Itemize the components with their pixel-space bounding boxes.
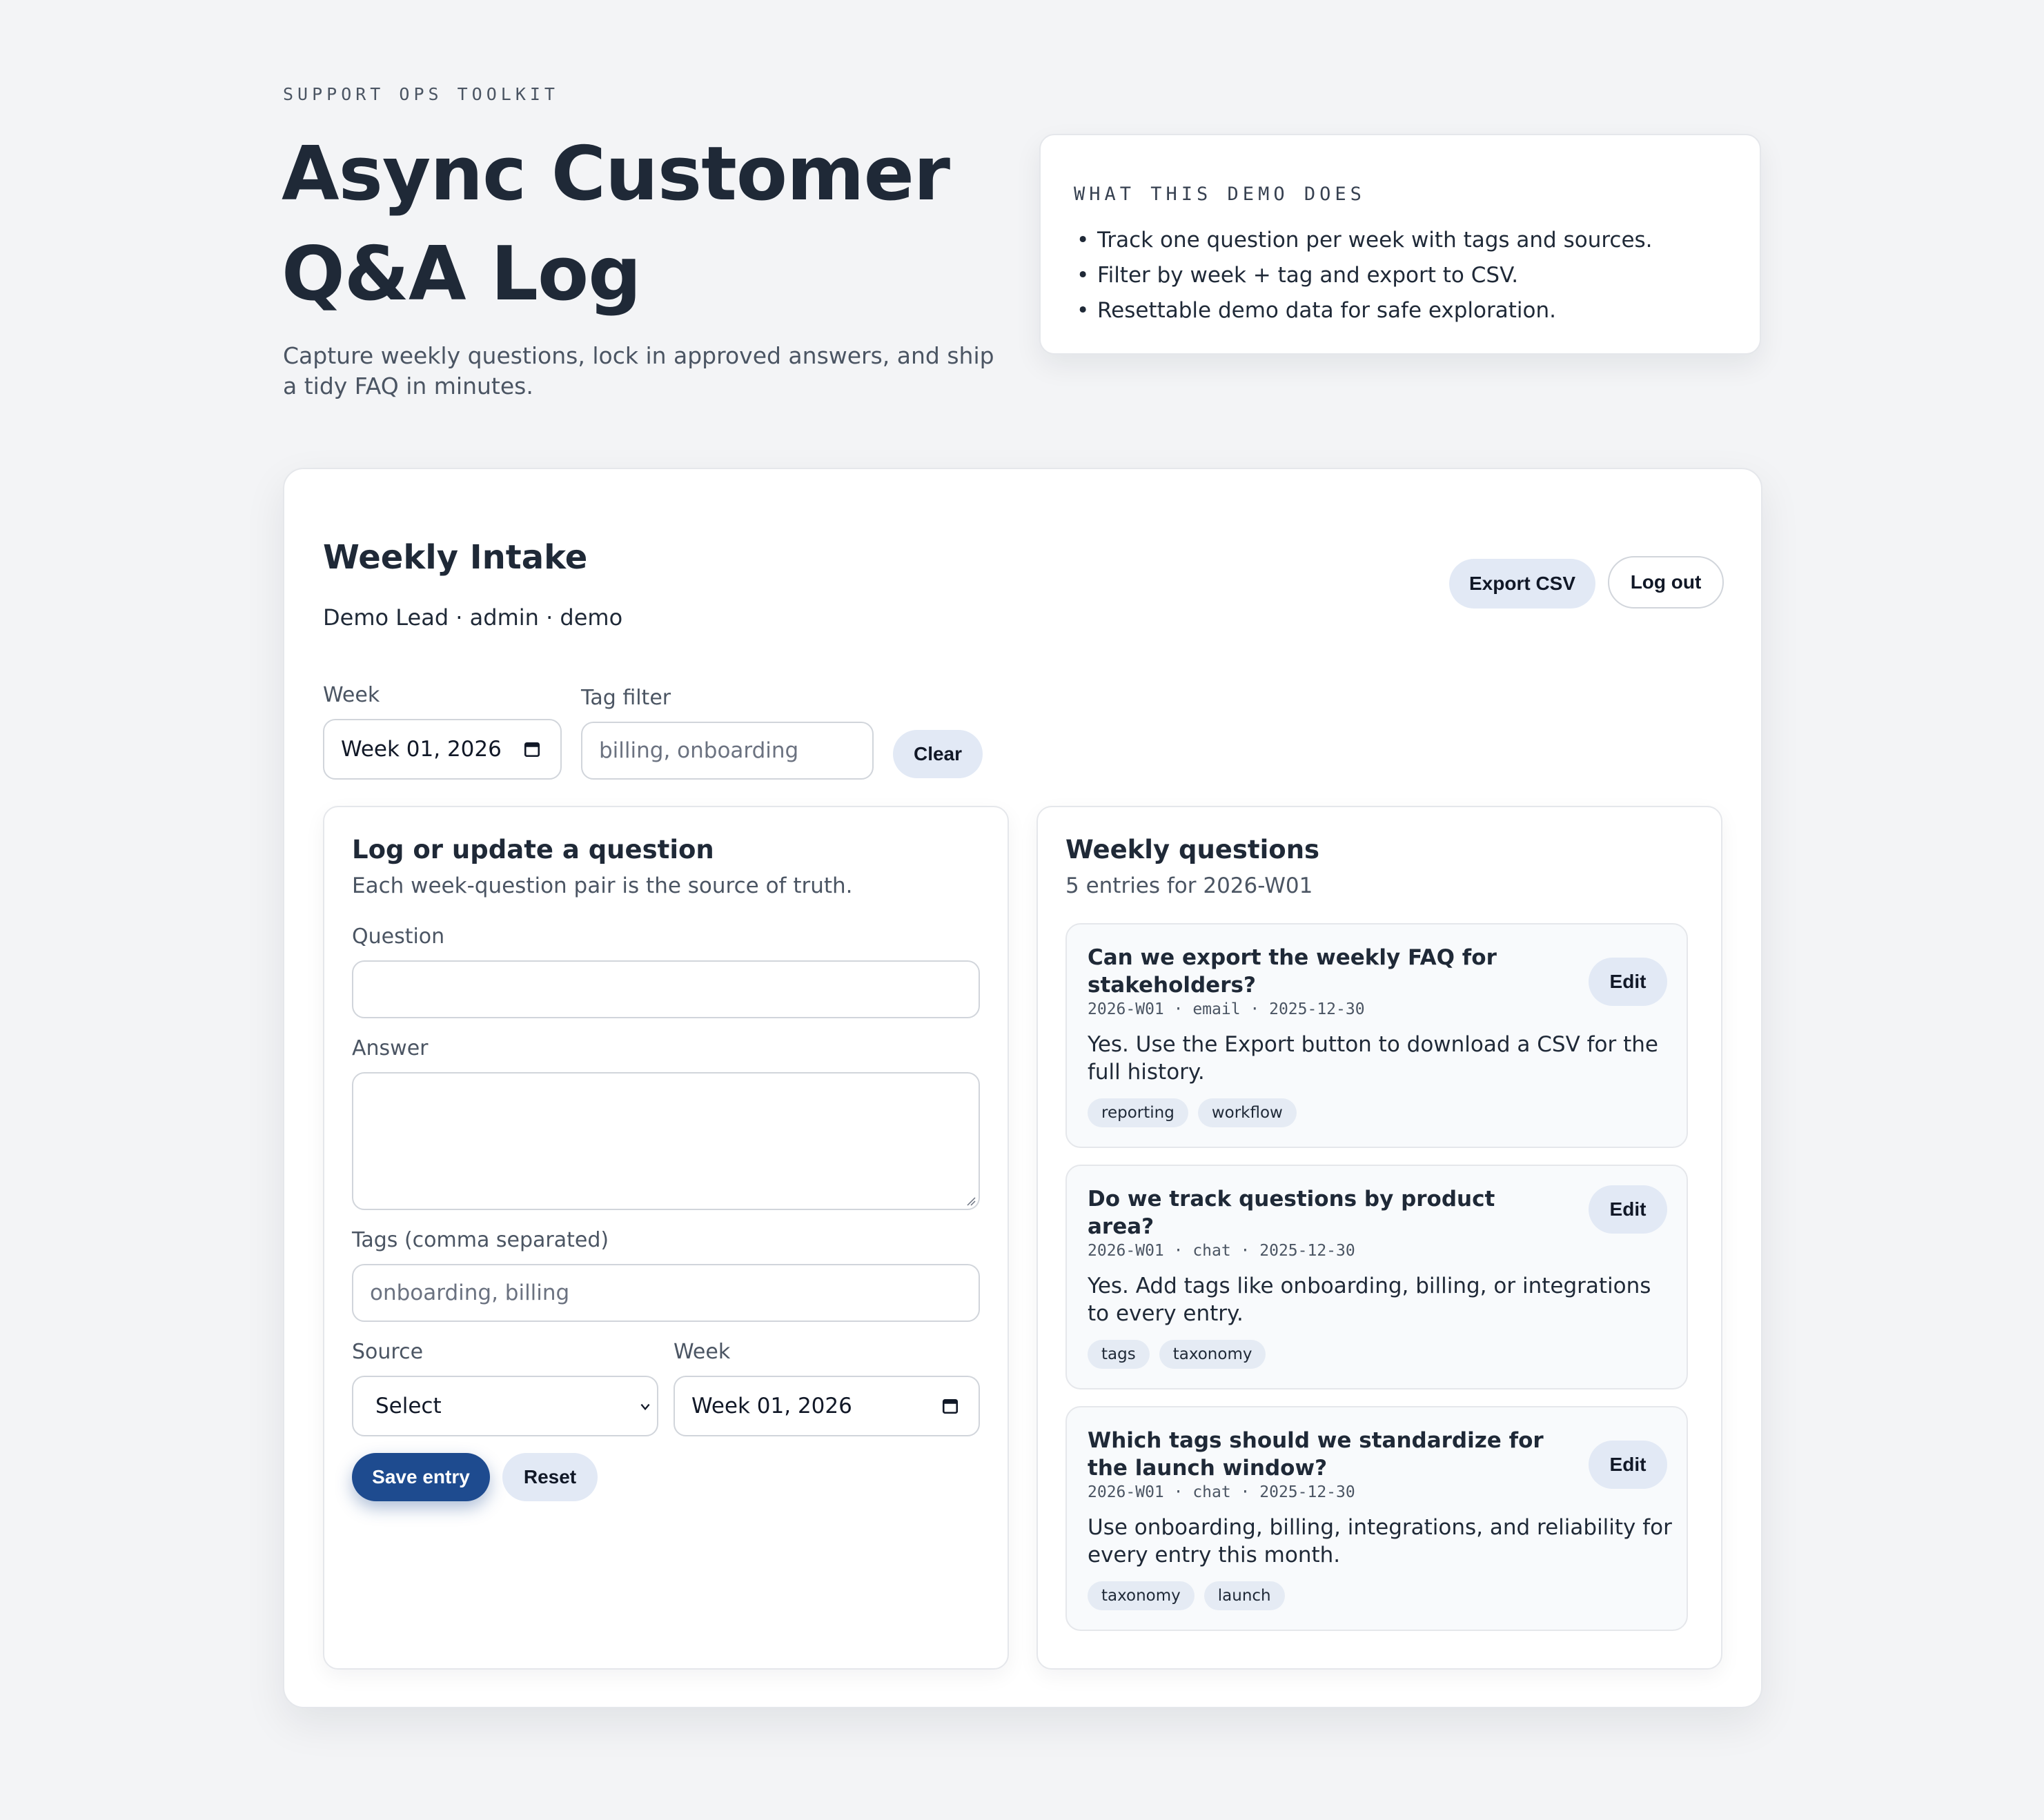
tag-filter-input[interactable]: billing, onboarding — [581, 722, 874, 780]
user-line: Demo Lead · admin · demo — [323, 604, 623, 631]
page-title: Async Customer Q&A Log — [282, 131, 950, 317]
export-csv-button[interactable]: Export CSV — [1449, 559, 1595, 609]
form-week-value: Week 01, 2026 — [691, 1394, 852, 1418]
question-meta: 2026-W01 · email · 2025-12-30 — [1088, 1000, 1365, 1018]
info-card-heading: WHAT THIS DEMO DOES — [1074, 184, 1366, 205]
weekly-questions-card: Weekly questions 5 entries for 2026-W01 … — [1036, 806, 1722, 1670]
question-answer: Yes. Use the Export button to download a… — [1088, 1032, 1658, 1085]
tags-input[interactable]: onboarding, billing — [352, 1264, 980, 1322]
question-card: Which tags should we standardize for the… — [1065, 1406, 1688, 1631]
form-week-input[interactable]: Week 01, 2026 — [674, 1376, 980, 1436]
tag-list: taxonomy launch — [1088, 1581, 1666, 1610]
question-meta: 2026-W01 · chat · 2025-12-30 — [1088, 1242, 1355, 1260]
tag-list: tags taxonomy — [1088, 1340, 1666, 1369]
tag-chip: taxonomy — [1159, 1340, 1266, 1369]
edit-button[interactable]: Edit — [1589, 958, 1667, 1006]
tag-chip: workflow — [1197, 1098, 1297, 1127]
tag-chip: taxonomy — [1088, 1581, 1195, 1610]
tags-label: Tags (comma separated) — [352, 1228, 609, 1252]
edit-button[interactable]: Edit — [1589, 1185, 1667, 1234]
question-title: Do we track questions by product area? — [1088, 1187, 1495, 1239]
form-title: Log or update a question — [352, 835, 714, 864]
weekly-title: Weekly questions — [1065, 835, 1320, 864]
tag-chip: tags — [1088, 1340, 1150, 1369]
resize-handle-icon[interactable] — [965, 1195, 976, 1206]
question-meta: 2026-W01 · chat · 2025-12-30 — [1088, 1483, 1355, 1501]
chevron-down-icon — [640, 1403, 650, 1411]
question-answer: Yes. Add tags like onboarding, billing, … — [1088, 1274, 1651, 1326]
question-answer: Use onboarding, billing, integrations, a… — [1088, 1515, 1672, 1567]
answer-label: Answer — [352, 1036, 429, 1060]
logout-button[interactable]: Log out — [1608, 556, 1724, 609]
page-subtitle: Capture weekly questions, lock in approv… — [283, 342, 994, 399]
source-select[interactable]: Select — [352, 1376, 658, 1436]
intake-panel: Weekly Intake Demo Lead · admin · demo E… — [283, 468, 1762, 1708]
weekly-summary: 5 entries for 2026-W01 — [1065, 873, 1313, 898]
info-list: Track one question per week with tags an… — [1074, 223, 1727, 328]
info-item: Track one question per week with tags an… — [1074, 223, 1727, 258]
info-item: Resettable demo data for safe exploratio… — [1074, 293, 1727, 328]
source-value: Select — [375, 1394, 442, 1418]
save-entry-button[interactable]: Save entry — [352, 1453, 490, 1501]
answer-textarea[interactable] — [352, 1072, 980, 1210]
calendar-icon[interactable] — [523, 740, 541, 758]
form-week-label: Week — [674, 1340, 731, 1364]
clear-filter-button[interactable]: Clear — [893, 730, 983, 778]
entry-form-card: Log or update a question Each week-quest… — [323, 806, 1009, 1670]
eyebrow: SUPPORT OPS TOOLKIT — [283, 84, 559, 104]
question-title: Can we export the weekly FAQ for stakeho… — [1088, 945, 1497, 998]
question-list[interactable]: Can we export the weekly FAQ for stakeho… — [1065, 923, 1688, 1641]
question-input[interactable] — [352, 960, 980, 1018]
tags-placeholder: onboarding, billing — [370, 1280, 570, 1305]
source-label: Source — [352, 1340, 424, 1364]
tag-filter-label: Tag filter — [581, 686, 671, 710]
question-card: Can we export the weekly FAQ for stakeho… — [1065, 923, 1688, 1148]
tag-chip: reporting — [1088, 1098, 1188, 1127]
week-filter-input[interactable]: Week 01, 2026 — [323, 719, 562, 780]
intake-title: Weekly Intake — [323, 538, 588, 577]
week-filter-label: Week — [323, 683, 380, 707]
tag-filter-placeholder: billing, onboarding — [599, 738, 799, 763]
question-label: Question — [352, 924, 445, 949]
info-card: WHAT THIS DEMO DOES Track one question p… — [1039, 134, 1761, 355]
question-title: Which tags should we standardize for the… — [1088, 1428, 1544, 1481]
week-filter-value: Week 01, 2026 — [341, 737, 502, 762]
tag-chip: launch — [1203, 1581, 1285, 1610]
tag-list: reporting workflow — [1088, 1098, 1666, 1127]
reset-button[interactable]: Reset — [502, 1453, 598, 1501]
form-subtitle: Each week-question pair is the source of… — [352, 873, 853, 898]
edit-button[interactable]: Edit — [1589, 1441, 1667, 1489]
info-item: Filter by week + tag and export to CSV. — [1074, 258, 1727, 293]
question-card: Do we track questions by product area? 2… — [1065, 1165, 1688, 1389]
calendar-icon[interactable] — [941, 1397, 959, 1415]
